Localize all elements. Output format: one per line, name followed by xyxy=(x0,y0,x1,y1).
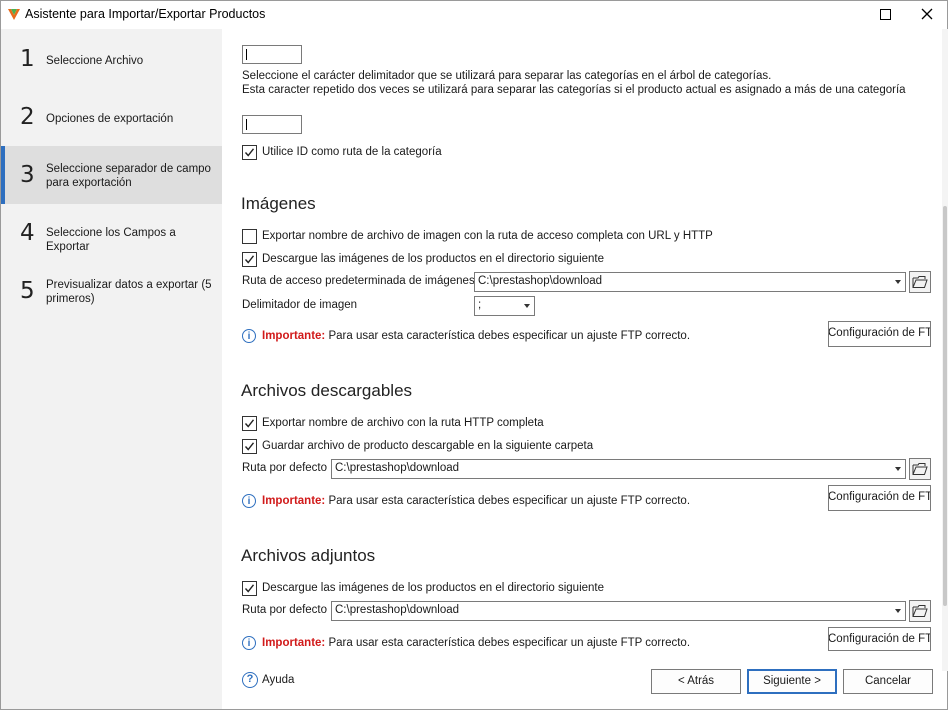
step-label: Previsualizar datos a exportar (5 primer… xyxy=(46,279,212,305)
image-delimiter-combo[interactable]: ; xyxy=(474,296,535,316)
images-path-value: C:\prestashop\download xyxy=(478,275,603,287)
step-label: Seleccione los Campos a Exportar xyxy=(46,227,176,253)
scrollbar-thumb[interactable] xyxy=(943,206,947,606)
app-logo-icon xyxy=(8,9,20,20)
step-field-separator[interactable]: 3 Seleccione separador de campo para exp… xyxy=(1,146,222,204)
important-text: Para usar esta característica debes espe… xyxy=(328,495,691,507)
ftp-button-label: Configuración de FTP xyxy=(828,633,931,645)
checkmark-icon xyxy=(244,255,255,264)
downloads-path-value: C:\prestashop\download xyxy=(335,462,460,474)
help-icon[interactable]: ? xyxy=(242,672,258,688)
step-label: Seleccione separador de campo para expor… xyxy=(46,163,211,189)
attachments-path-combo[interactable]: C:\prestashop\download xyxy=(331,601,906,621)
save-downloadable-label: Guardar archivo de producto descargable … xyxy=(262,440,594,452)
export-full-url-label: Exportar nombre de archivo de imagen con… xyxy=(262,230,713,242)
attachments-path-value: C:\prestashop\download xyxy=(335,604,460,616)
close-icon xyxy=(921,8,933,20)
title-bar: Asistente para Importar/Exportar Product… xyxy=(1,1,947,29)
cancel-button[interactable]: Cancelar xyxy=(843,669,933,694)
category-description-line1: Seleccione el carácter delimitador que s… xyxy=(242,70,772,82)
ftp-button-label: Configuración de FTP xyxy=(828,327,931,339)
step-number: 3 xyxy=(20,162,35,188)
chevron-down-icon xyxy=(524,304,530,308)
images-ftp-config-button[interactable]: Configuración de FTP xyxy=(828,321,931,347)
attachments-important-note: Importante: Para usar esta característic… xyxy=(262,637,690,649)
downloads-title: Archivos descargables xyxy=(241,381,413,400)
downloads-ftp-config-button[interactable]: Configuración de FTP xyxy=(828,485,931,511)
step-select-file[interactable]: 1 Seleccione Archivo xyxy=(1,30,222,88)
window-title: Asistente para Importar/Exportar Product… xyxy=(25,7,266,21)
image-delimiter-value: ; xyxy=(478,299,482,311)
images-title: Imágenes xyxy=(241,194,316,213)
step-select-fields[interactable]: 4 Seleccione los Campos a Exportar xyxy=(1,204,222,262)
info-icon: i xyxy=(242,636,256,650)
ftp-button-label: Configuración de FTP xyxy=(828,491,931,503)
export-http-label: Exportar nombre de archivo con la ruta H… xyxy=(262,417,544,429)
export-full-url-checkbox[interactable] xyxy=(242,229,257,244)
step-label: Opciones de exportación xyxy=(46,113,174,125)
attachments-title: Archivos adjuntos xyxy=(241,546,376,565)
checkmark-icon xyxy=(244,419,255,428)
use-id-label: Utilice ID como ruta de la categoría xyxy=(262,146,442,158)
help-link[interactable]: Ayuda xyxy=(262,674,294,686)
downloads-important-note: Importante: Para usar esta característic… xyxy=(262,495,690,507)
step-number: 5 xyxy=(20,278,35,304)
step-label: Seleccione Archivo xyxy=(46,55,144,67)
important-text: Para usar esta característica debes espe… xyxy=(328,637,691,649)
attachments-ftp-config-button[interactable]: Configuración de FTP xyxy=(828,627,931,651)
important-text: Para usar esta característica debes espe… xyxy=(328,330,691,342)
images-important-note: Importante: Para usar esta característic… xyxy=(262,330,690,342)
folder-icon xyxy=(912,276,928,288)
downloads-path-combo[interactable]: C:\prestashop\download xyxy=(331,459,906,479)
attachments-download-label: Descargue las imágenes de los productos … xyxy=(262,582,605,594)
checkmark-icon xyxy=(244,442,255,451)
folder-icon xyxy=(912,605,928,617)
chevron-down-icon xyxy=(895,467,901,471)
attachments-path-label: Ruta por defecto xyxy=(242,604,328,616)
category-delimiter-input[interactable] xyxy=(242,45,302,64)
attachments-download-checkbox[interactable] xyxy=(242,581,257,596)
steps-sidebar: 1 Seleccione Archivo 2 Opciones de expor… xyxy=(1,29,222,709)
important-label: Importante: xyxy=(262,495,326,507)
image-delimiter-label: Delimitador de imagen xyxy=(242,299,358,311)
next-button[interactable]: Siguiente > xyxy=(747,669,837,694)
save-downloadable-checkbox[interactable] xyxy=(242,439,257,454)
use-id-checkbox[interactable] xyxy=(242,145,257,160)
images-browse-button[interactable] xyxy=(909,271,931,293)
images-path-combo[interactable]: C:\prestashop\download xyxy=(474,272,906,292)
downloads-path-label: Ruta por defecto xyxy=(242,462,328,474)
close-button[interactable] xyxy=(907,1,947,29)
folder-icon xyxy=(912,463,928,475)
step-number: 2 xyxy=(20,104,35,130)
attachments-browse-button[interactable] xyxy=(909,600,931,622)
export-http-checkbox[interactable] xyxy=(242,416,257,431)
step-number: 4 xyxy=(20,220,35,246)
step-preview[interactable]: 5 Previsualizar datos a exportar (5 prim… xyxy=(1,262,222,320)
step-export-options[interactable]: 2 Opciones de exportación xyxy=(1,88,222,146)
checkmark-icon xyxy=(244,584,255,593)
step-number: 1 xyxy=(20,46,35,72)
back-button[interactable]: < Atrás xyxy=(651,669,741,694)
info-icon: i xyxy=(242,329,256,343)
download-images-label: Descargue las imágenes de los productos … xyxy=(262,253,605,265)
download-images-checkbox[interactable] xyxy=(242,252,257,267)
category-description-line2: Esta caracter repetido dos veces se util… xyxy=(242,84,906,96)
important-label: Importante: xyxy=(262,637,326,649)
chevron-down-icon xyxy=(895,280,901,284)
chevron-down-icon xyxy=(895,609,901,613)
info-icon: i xyxy=(242,494,256,508)
downloads-browse-button[interactable] xyxy=(909,458,931,480)
maximize-button[interactable] xyxy=(865,1,905,29)
checkmark-icon xyxy=(244,148,255,157)
multi-category-delimiter-input[interactable] xyxy=(242,115,302,134)
images-path-label: Ruta de acceso predeterminada de imágene… xyxy=(242,275,475,287)
important-label: Importante: xyxy=(262,330,326,342)
